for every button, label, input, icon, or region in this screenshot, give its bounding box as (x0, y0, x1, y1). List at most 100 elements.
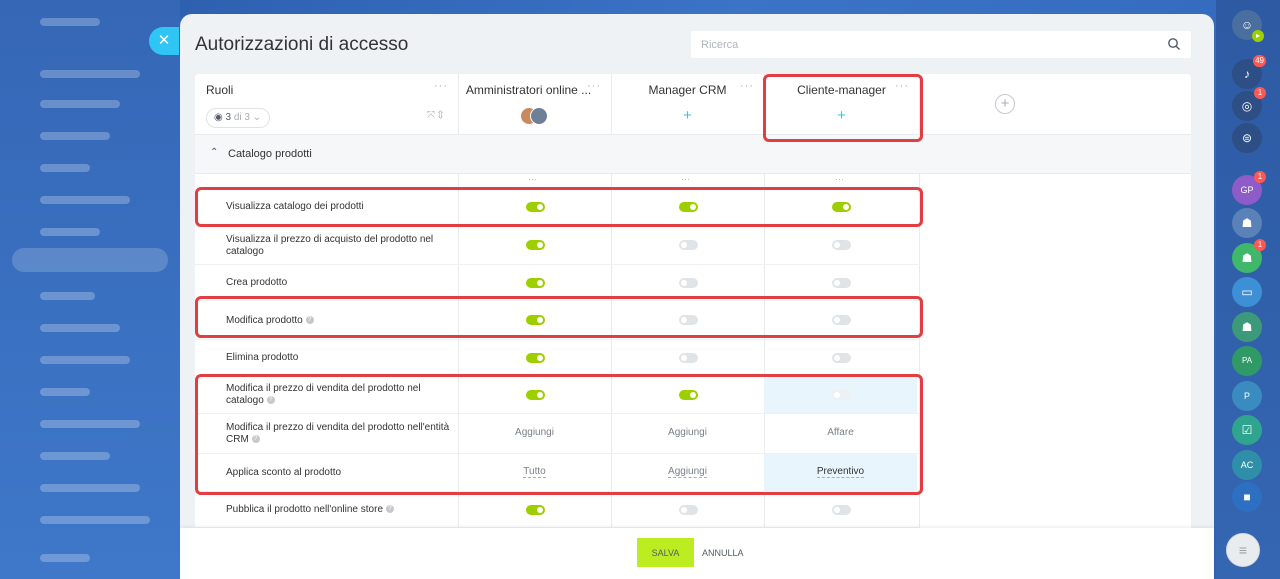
permission-toggle[interactable] (831, 240, 851, 250)
group-chat-button-3[interactable]: ☗ (1232, 312, 1262, 342)
permissions-table: Ruoli ··· ◉ 3 di 3 ⌄ ⤧ ⇕ Amministratori … (195, 74, 1191, 531)
blurred-menu-item (40, 228, 100, 236)
roles-menu-icon[interactable]: ··· (434, 80, 448, 92)
permission-label: Pubblica il prodotto nell'online store (226, 504, 384, 515)
section-catalogo-prodotti[interactable]: ⌃ Catalogo prodotti (195, 134, 1191, 174)
blurred-menu-item (40, 554, 90, 562)
permission-label: Crea prodotto (226, 277, 288, 288)
highlight-box (195, 187, 923, 227)
help-icon[interactable]: ? (386, 505, 395, 514)
permission-toggle[interactable] (678, 504, 698, 515)
permission-label: Visualizza il prezzo di acquisto del pro… (226, 234, 434, 257)
eye-icon: ◉ (214, 112, 223, 123)
plus-icon: + (1000, 95, 1010, 112)
pa-chat-label: PA (1241, 356, 1253, 365)
camera-icon: ■ (1243, 490, 1251, 504)
cancel-button[interactable]: ANNULLA (702, 538, 744, 567)
blurred-menu-item (40, 196, 130, 204)
permission-row: Visualizza il prezzo di acquisto del pro… (195, 226, 920, 265)
sort-icon[interactable]: ⤧ ⇕ (427, 110, 443, 121)
panel-footer: SALVA ANNULLA (180, 528, 1214, 579)
left-sidebar (0, 0, 180, 579)
save-button[interactable]: SALVA (637, 538, 694, 567)
avatar (529, 107, 548, 125)
roles-counter-suffix: di 3 (233, 112, 250, 123)
close-icon: ✕ (157, 32, 171, 49)
gp-chat-button[interactable]: GP 1 (1232, 171, 1266, 205)
role-avatars[interactable] (519, 107, 550, 127)
column-actions-icon[interactable]: ··· (528, 174, 537, 188)
permission-toggle[interactable] (678, 240, 698, 250)
column-actions-icon[interactable]: ··· (681, 174, 690, 188)
search-icon[interactable] (1167, 37, 1181, 51)
add-member-button[interactable]: + (678, 107, 697, 125)
add-role-button[interactable]: + (995, 94, 1015, 114)
p-chat-label: P (1243, 391, 1250, 401)
highlight-box (195, 296, 923, 338)
chevron-down-icon: ⌄ (252, 112, 262, 123)
blurred-menu-item (40, 164, 90, 172)
group-chat-button-2[interactable]: ☗ 1 (1232, 239, 1266, 273)
group-icon: ☗ (1241, 216, 1253, 230)
video-call-button[interactable]: ■ (1232, 482, 1262, 512)
highlight-box (195, 374, 923, 495)
blurred-logo (40, 18, 100, 26)
role-column-admins: Amministratori online ... ··· (458, 74, 611, 134)
access-permissions-panel: Autorizzazioni di accesso Ruoli ··· ◉ 3 … (180, 14, 1214, 579)
column-actions-icon[interactable]: ··· (835, 174, 844, 188)
tasks-button[interactable]: ☑ (1232, 415, 1262, 445)
blurred-menu-item (40, 452, 110, 460)
close-panel-button[interactable]: ✕ (149, 27, 179, 55)
page-title: Autorizzazioni di accesso (195, 34, 409, 55)
search-input[interactable] (691, 31, 1131, 58)
permission-toggle[interactable] (678, 352, 698, 363)
p-chat-button[interactable]: P (1232, 381, 1262, 411)
permission-toggle[interactable] (525, 504, 545, 515)
right-sidebar: ☺ ▸ ♪ 49 ◎ 1 ⊜ GP 1 ☗ ☗ 1 ▭ ☗ PA P ☑ AC … (1216, 0, 1280, 579)
ac-chat-label: AC (1240, 460, 1254, 470)
pa-chat-button[interactable]: PA (1232, 346, 1262, 376)
permission-toggle[interactable] (831, 352, 851, 363)
roles-header: Ruoli ··· ◉ 3 di 3 ⌄ ⤧ ⇕ (195, 74, 458, 134)
permission-toggle[interactable] (831, 504, 851, 515)
chat-search-icon: ⊜ (1241, 131, 1253, 145)
roles-label: Ruoli (206, 83, 234, 97)
activity-badge: 1 (1254, 87, 1266, 99)
blurred-menu-item (40, 356, 130, 364)
notifications-badge: 49 (1253, 55, 1266, 67)
permission-toggle[interactable] (525, 277, 545, 288)
plus-icon: + (683, 107, 692, 124)
search-chat-button[interactable]: ⊜ (1232, 123, 1262, 153)
blurred-menu-item (40, 516, 150, 524)
blurred-active-item (12, 248, 168, 272)
group-chat-button[interactable]: ☗ (1232, 208, 1262, 238)
blurred-menu-item (40, 388, 90, 396)
roles-counter[interactable]: ◉ 3 di 3 ⌄ (206, 108, 270, 128)
message-icon: ▭ (1241, 285, 1253, 299)
blurred-menu-item (40, 484, 140, 492)
permission-toggle[interactable] (678, 277, 698, 288)
chevron-up-icon[interactable]: ⌃ (210, 147, 218, 158)
notifications-button[interactable]: ♪ 49 (1232, 55, 1266, 89)
role-column-manager-crm: Manager CRM ··· + (611, 74, 764, 134)
activity-button[interactable]: ◎ 1 (1232, 87, 1266, 121)
ac-chat-button[interactable]: AC (1232, 450, 1262, 480)
checkbox-icon: ☑ (1241, 423, 1253, 437)
permission-toggle[interactable] (525, 240, 545, 250)
section-label: Catalogo prodotti (228, 148, 312, 160)
user-avatar[interactable]: ☺ ▸ (1232, 10, 1264, 42)
menu-icon: ≡ (1238, 542, 1248, 558)
permission-label: Elimina prodotto (226, 352, 299, 363)
permission-row: Elimina prodotto (195, 340, 920, 376)
blurred-menu-item (40, 100, 120, 108)
messages-button[interactable]: ▭ (1232, 277, 1262, 307)
permission-toggle[interactable] (831, 277, 851, 288)
column-menu-icon[interactable]: ··· (587, 80, 601, 92)
permission-toggle[interactable] (525, 352, 545, 363)
blurred-menu-item (40, 420, 140, 428)
gp-chat-badge: 1 (1254, 171, 1266, 183)
column-menu-icon[interactable]: ··· (740, 80, 754, 92)
highlight-box (763, 74, 923, 142)
roles-counter-value: 3 (225, 112, 232, 123)
menu-button[interactable]: ≡ (1226, 533, 1260, 567)
